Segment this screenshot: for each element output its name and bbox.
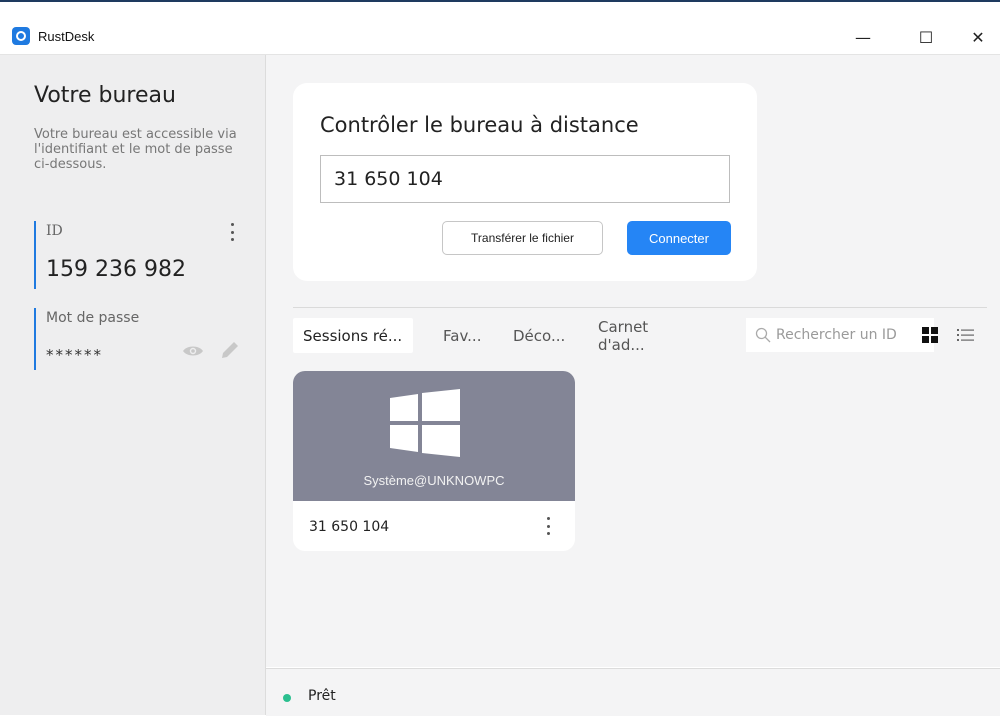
maximize-button[interactable]: ☐ — [903, 18, 949, 56]
password-label: Mot de passe — [46, 310, 140, 326]
id-more-icon[interactable] — [230, 223, 234, 241]
tab-address-book[interactable]: Carnet d'ad... — [598, 318, 648, 354]
sidebar-description: Votre bureau est accessible via l'identi… — [34, 127, 237, 172]
search-icon — [755, 327, 771, 343]
windows-icon — [390, 389, 460, 457]
password-field: Mot de passe ****** — [34, 308, 241, 370]
status-text: Prêt — [308, 688, 336, 704]
tab-favorites[interactable]: Fav... — [443, 318, 481, 353]
tab-recent-sessions[interactable]: Sessions ré... — [293, 318, 413, 353]
search-box — [746, 318, 934, 352]
tab-discovered[interactable]: Déco... — [513, 318, 565, 353]
status-bar: Prêt — [266, 668, 1000, 716]
sidebar: Votre bureau Votre bureau est accessible… — [0, 55, 266, 715]
grid-view-icon[interactable] — [922, 327, 938, 343]
id-value: 159 236 982 — [46, 257, 186, 282]
connect-button[interactable]: Connecter — [627, 221, 731, 255]
title-bar: RustDesk — ☐ ✕ — [0, 2, 1000, 55]
close-button[interactable]: ✕ — [955, 18, 1000, 56]
window-title: RustDesk — [38, 29, 95, 44]
peer-thumbnail[interactable]: Système@UNKNOWPC — [293, 371, 575, 501]
minimize-button[interactable]: — — [840, 18, 886, 56]
peer-card[interactable]: Système@UNKNOWPC 31 650 104 — [293, 371, 575, 551]
id-field: ID 159 236 982 — [34, 221, 241, 289]
password-value: ****** — [46, 346, 103, 364]
id-label: ID — [46, 223, 63, 239]
rustdesk-logo-icon — [12, 27, 30, 45]
connect-card: Contrôler le bureau à distance 31 650 10… — [293, 83, 757, 281]
divider — [293, 307, 987, 308]
pencil-icon[interactable] — [218, 338, 242, 362]
peer-id: 31 650 104 — [309, 519, 390, 535]
eye-icon[interactable] — [182, 344, 204, 358]
search-input[interactable] — [776, 318, 901, 352]
list-view-icon[interactable] — [957, 327, 975, 343]
sidebar-title: Votre bureau — [34, 83, 176, 108]
peer-username: Système@UNKNOWPC — [363, 473, 505, 488]
remote-id-input[interactable]: 31 650 104 — [320, 155, 730, 203]
status-indicator — [283, 694, 291, 702]
peer-more-icon[interactable] — [546, 517, 550, 535]
transfer-file-button[interactable]: Transférer le fichier — [442, 221, 603, 255]
connect-title: Contrôler le bureau à distance — [320, 113, 639, 137]
main-panel: Contrôler le bureau à distance 31 650 10… — [266, 55, 1000, 667]
